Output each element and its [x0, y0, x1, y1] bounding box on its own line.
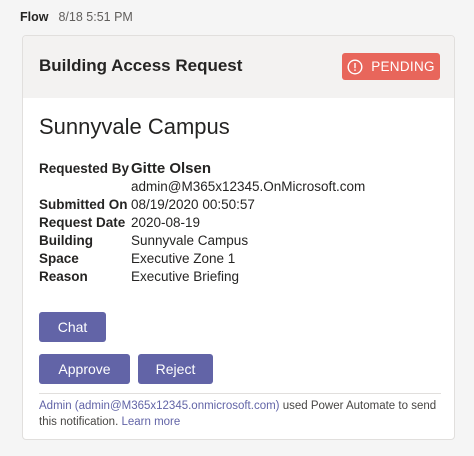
- requester-email: admin@M365x12345.OnMicrosoft.com: [131, 179, 366, 194]
- fact-value: 2020-08-19: [131, 215, 201, 230]
- fact-request-date: Request Date 2020-08-19: [39, 214, 439, 232]
- requester-name: Gitte Olsen: [131, 160, 212, 177]
- card-footer: Admin (admin@M365x12345.onmicrosoft.com)…: [39, 398, 439, 430]
- learn-more-link[interactable]: Learn more: [121, 416, 180, 428]
- message-sender: Flow: [20, 10, 49, 24]
- reject-button[interactable]: Reject: [138, 354, 213, 384]
- campus-title: Sunnyvale Campus: [39, 114, 230, 139]
- fact-label: Reason: [39, 269, 88, 284]
- message-header: Flow 8/18 5:51 PM: [20, 10, 133, 24]
- fact-value: 08/19/2020 00:50:57: [131, 197, 255, 212]
- message-timestamp: 8/18 5:51 PM: [58, 10, 133, 24]
- fact-reason: Reason Executive Briefing: [39, 268, 439, 286]
- admin-link[interactable]: Admin (admin@M365x12345.onmicrosoft.com): [39, 400, 280, 412]
- fact-label: Submitted On: [39, 197, 128, 212]
- fact-space: Space Executive Zone 1: [39, 250, 439, 268]
- fact-set: Requested By Gitte Olsen admin@M365x1234…: [39, 160, 439, 286]
- card-header: Building Access Request PENDING: [23, 36, 454, 98]
- fact-submitted-on: Submitted On 08/19/2020 00:50:57: [39, 196, 439, 214]
- fact-value: Sunnyvale Campus: [131, 233, 249, 248]
- fact-building: Building Sunnyvale Campus: [39, 232, 439, 250]
- status-badge: PENDING: [342, 53, 440, 80]
- card-title: Building Access Request: [39, 56, 243, 75]
- fact-requested-by: Requested By Gitte Olsen admin@M365x1234…: [39, 160, 439, 196]
- fact-value: Executive Briefing: [131, 269, 240, 284]
- alert-circle-icon: [347, 58, 363, 75]
- status-label: PENDING: [371, 59, 435, 74]
- approve-button[interactable]: Approve: [39, 354, 130, 384]
- chat-button[interactable]: Chat: [39, 312, 106, 342]
- fact-label: Request Date: [39, 215, 126, 230]
- adaptive-card: Building Access Request PENDING Sunnyval…: [22, 35, 455, 440]
- fact-label: Building: [39, 233, 93, 248]
- fact-value: Gitte Olsen admin@M365x12345.OnMicrosoft…: [131, 160, 365, 196]
- fact-label: Space: [39, 251, 79, 266]
- footer-divider: [39, 393, 441, 394]
- fact-value: Executive Zone 1: [131, 251, 236, 266]
- fact-label: Requested By: [39, 161, 130, 176]
